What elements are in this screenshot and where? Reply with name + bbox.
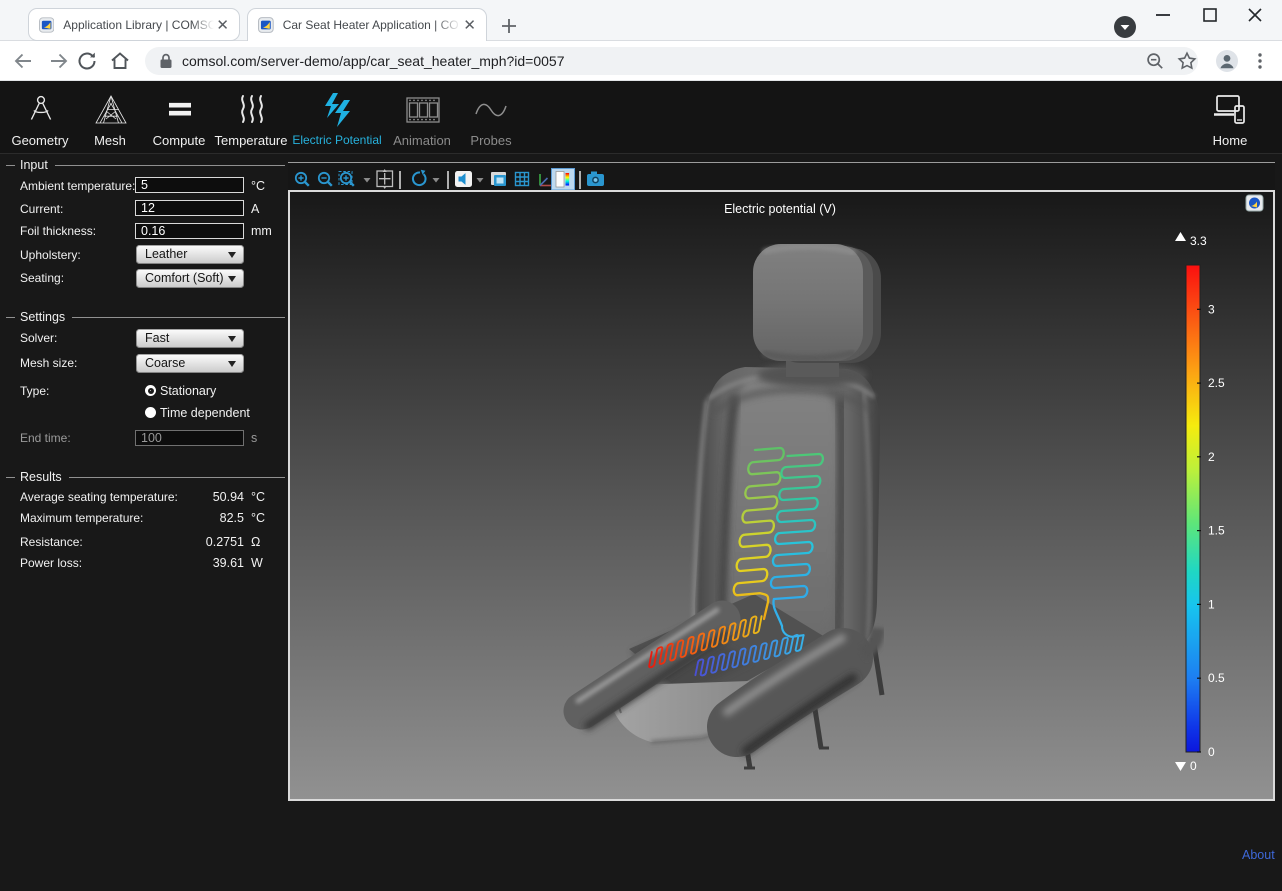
svg-text:3.3: 3.3 [1190, 234, 1207, 248]
svg-text:2.5: 2.5 [1208, 376, 1225, 390]
svg-text:0.5: 0.5 [1208, 671, 1225, 685]
svg-text:3: 3 [1208, 302, 1215, 316]
svg-text:0: 0 [1208, 745, 1215, 759]
svg-text:1.5: 1.5 [1208, 524, 1225, 538]
svg-text:Electric potential (V): Electric potential (V) [724, 202, 836, 216]
svg-text:1: 1 [1208, 597, 1215, 611]
svg-text:2: 2 [1208, 450, 1215, 464]
svg-text:0: 0 [1190, 759, 1197, 773]
